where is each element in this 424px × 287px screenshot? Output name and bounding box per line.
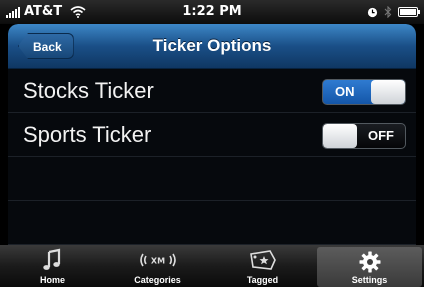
tab-label: Categories [134, 275, 181, 285]
status-bar: AT&T 1:22 PM [0, 0, 424, 24]
status-time: 1:22 PM [182, 4, 242, 19]
svg-text:XM: XM [150, 257, 164, 266]
tab-label: Home [39, 275, 65, 285]
navigation-bar: Back Ticker Options [8, 24, 416, 69]
tab-settings[interactable]: Settings [317, 247, 422, 287]
toggle-knob [323, 124, 357, 148]
tab-label: Settings [351, 275, 388, 285]
battery-icon [398, 7, 420, 17]
bluetooth-icon [384, 6, 392, 18]
xm-logo-icon: XM [139, 253, 176, 267]
sports-ticker-toggle[interactable]: OFF [322, 123, 406, 149]
alarm-clock-icon [367, 7, 378, 17]
status-right [367, 5, 420, 19]
tab-bar: Home XM Categories Tagged Settings [0, 245, 424, 287]
setting-row-stocks-ticker: Stocks Ticker ON [8, 69, 416, 113]
toggle-state-label: OFF [368, 128, 394, 143]
tab-label: Tagged [246, 275, 279, 285]
app-screen: Back Ticker Options Stocks Ticker ON Spo… [8, 24, 416, 245]
stocks-ticker-toggle[interactable]: ON [322, 79, 406, 105]
setting-label: Stocks Ticker [23, 78, 154, 103]
empty-row [8, 157, 416, 201]
tab-tagged[interactable]: Tagged [210, 245, 315, 287]
setting-label: Sports Ticker [23, 122, 152, 147]
tab-home[interactable]: Home [0, 245, 105, 287]
empty-row [8, 201, 416, 245]
settings-list: Stocks Ticker ON Sports Ticker OFF [8, 69, 416, 245]
setting-row-sports-ticker: Sports Ticker OFF [8, 113, 416, 157]
gear-icon [359, 251, 380, 273]
toggle-state-label: ON [335, 84, 355, 99]
page-title: Ticker Options [152, 36, 272, 55]
tag-star-icon [249, 250, 276, 270]
music-note-icon [42, 248, 60, 270]
tab-categories[interactable]: XM Categories [105, 245, 210, 287]
toggle-knob [371, 80, 405, 104]
